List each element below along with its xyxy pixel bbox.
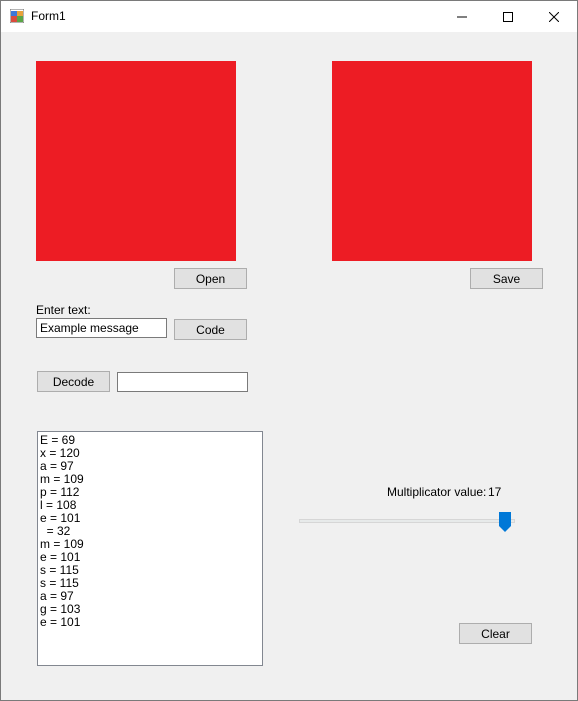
list-item[interactable]: e = 101 bbox=[40, 616, 260, 629]
multiplicator-value: 17 bbox=[488, 485, 502, 499]
multiplicator-label: Multiplicator value: bbox=[387, 485, 487, 499]
close-button[interactable] bbox=[531, 1, 577, 32]
window-title: Form1 bbox=[31, 9, 66, 23]
list-item[interactable]: e = 101 bbox=[40, 512, 260, 525]
maximize-button[interactable] bbox=[485, 1, 531, 32]
close-icon bbox=[549, 11, 559, 22]
enter-text-label: Enter text: bbox=[36, 303, 91, 317]
save-button[interactable]: Save bbox=[470, 268, 543, 289]
multiplicator-slider-track[interactable] bbox=[299, 519, 515, 523]
app-icon bbox=[9, 8, 25, 24]
maximize-icon bbox=[503, 11, 513, 22]
decode-output-field[interactable] bbox=[117, 372, 248, 392]
message-input[interactable]: Example message bbox=[36, 318, 167, 338]
char-code-list[interactable]: E = 69 x = 120 a = 97 m = 109 p = 112 l = 108… bbox=[37, 431, 263, 666]
decode-button[interactable]: Decode bbox=[37, 371, 110, 392]
result-picture bbox=[332, 61, 532, 261]
code-button[interactable]: Code bbox=[174, 319, 247, 340]
minimize-icon bbox=[457, 16, 467, 17]
multiplicator-slider-thumb[interactable] bbox=[498, 512, 511, 532]
minimize-button[interactable] bbox=[439, 1, 485, 32]
title-bar: Form1 bbox=[1, 1, 577, 32]
open-button[interactable]: Open bbox=[174, 268, 247, 289]
main-window: Form1 Open Save Enter text: Example mess… bbox=[0, 0, 578, 701]
source-picture bbox=[36, 61, 236, 261]
clear-button[interactable]: Clear bbox=[459, 623, 532, 644]
